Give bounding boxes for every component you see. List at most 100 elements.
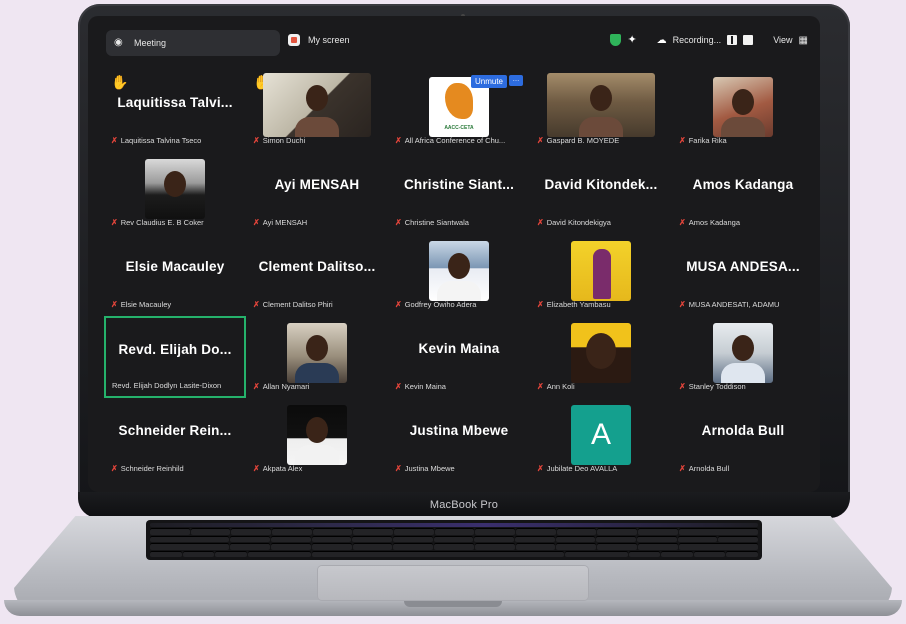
participant-tile[interactable]: Schneider Rein... ✗ Schneider Reinhild bbox=[104, 398, 246, 480]
mic-muted-icon: ✗ bbox=[537, 382, 544, 391]
avatar: A bbox=[571, 405, 631, 465]
participant-tile[interactable]: A ✗ Jubilate Deo AVALLA bbox=[530, 398, 672, 480]
participant-tile[interactable]: Christine Siant... ✗ Christine Siantwala bbox=[388, 152, 530, 234]
participant-tile[interactable]: Arnolda Bull ✗ Arnolda Bull bbox=[672, 398, 814, 480]
participant-video bbox=[287, 323, 347, 383]
pause-recording-button[interactable] bbox=[727, 35, 738, 45]
participant-tile[interactable]: ✗ Akpata Alex bbox=[246, 398, 388, 480]
keyboard bbox=[146, 520, 762, 560]
participant-label: MUSA ANDESATI, ADAMU bbox=[688, 300, 780, 309]
participant-label: Amos Kadanga bbox=[688, 218, 740, 227]
participant-label: Akpata Alex bbox=[262, 464, 303, 473]
participant-label: Gaspard B. MOYEDE bbox=[546, 136, 620, 145]
unmute-button[interactable]: Unmute bbox=[470, 75, 507, 88]
grid-view-icon[interactable]: ▦ bbox=[799, 35, 808, 46]
participant-label: Kevin Maina bbox=[404, 382, 446, 391]
mic-muted-icon: ✗ bbox=[679, 300, 686, 309]
participant-video bbox=[571, 323, 631, 383]
participant-video bbox=[287, 405, 347, 465]
participant-name: Kevin Maina bbox=[418, 341, 500, 356]
participant-label: Revd. Elijah Dodlyn Lasite-Dixon bbox=[112, 381, 222, 390]
participant-name: Arnolda Bull bbox=[701, 423, 785, 438]
participant-tile[interactable]: AACC-CETA Unmute … ✗ All Africa Conferenc… bbox=[388, 70, 530, 152]
mic-muted-icon: ✗ bbox=[395, 382, 402, 391]
my-screen-tab[interactable]: My screen bbox=[288, 34, 350, 46]
participant-label: Jubilate Deo AVALLA bbox=[546, 464, 618, 473]
stop-recording-button[interactable] bbox=[743, 35, 754, 45]
participant-label: Elizabeth Yambasu bbox=[546, 300, 611, 309]
mic-muted-icon: ✗ bbox=[537, 300, 544, 309]
participant-label: Rev Claudius E. B Coker bbox=[120, 218, 204, 227]
view-button[interactable]: View bbox=[773, 35, 792, 45]
zoom-top-bar: ◉ Meeting My screen ✦ ☁ Recording... Vie… bbox=[88, 16, 820, 56]
participant-tile[interactable]: ✗ Godfrey Owiho Adera bbox=[388, 234, 530, 316]
mic-muted-icon: ✗ bbox=[111, 464, 118, 473]
participant-label: David Kitondekigya bbox=[546, 218, 611, 227]
participant-tile[interactable]: ✗ Farika Rika bbox=[672, 70, 814, 152]
participant-name: Clement Dalitso... bbox=[258, 259, 376, 274]
logo-caption: AACC-CETA bbox=[444, 125, 474, 131]
participant-tile[interactable]: ✋ ✗ Simon Duchi bbox=[246, 70, 388, 152]
trackpad bbox=[318, 566, 588, 600]
participant-tile[interactable]: Kevin Maina ✗ Kevin Maina bbox=[388, 316, 530, 398]
participant-tile[interactable]: Justina Mbewe ✗ Justina Mbewe bbox=[388, 398, 530, 480]
mic-muted-icon: ✗ bbox=[395, 218, 402, 227]
participant-tile[interactable]: ✗ Allan Nyamari bbox=[246, 316, 388, 398]
device-model-label: MacBook Pro bbox=[429, 499, 499, 511]
meeting-tab-label: Meeting bbox=[134, 38, 167, 48]
mic-muted-icon: ✗ bbox=[679, 136, 686, 145]
participant-tile[interactable]: ✗ Stanley Toddison bbox=[672, 316, 814, 398]
share-screen-icon bbox=[288, 34, 300, 46]
participant-tile[interactable]: ✗ Rev Claudius E. B Coker bbox=[104, 152, 246, 234]
mic-muted-icon: ✗ bbox=[395, 300, 402, 309]
participant-tile[interactable]: ✗ Elizabeth Yambasu bbox=[530, 234, 672, 316]
participant-name: Amos Kadanga bbox=[692, 177, 794, 192]
participant-tile[interactable]: ✗ Gaspard B. MOYEDE bbox=[530, 70, 672, 152]
mic-muted-icon: ✗ bbox=[679, 464, 686, 473]
participant-video bbox=[713, 77, 773, 137]
participant-tile[interactable]: MUSA ANDESA... ✗ MUSA ANDESATI, ADAMU bbox=[672, 234, 814, 316]
participant-label: Justina Mbewe bbox=[404, 464, 455, 473]
mic-muted-icon: ✗ bbox=[679, 382, 686, 391]
participant-name: Revd. Elijah Do... bbox=[118, 342, 232, 357]
participant-tile[interactable]: Amos Kadanga ✗ Amos Kadanga bbox=[672, 152, 814, 234]
participant-name: MUSA ANDESA... bbox=[686, 259, 800, 274]
participant-label: Clement Dalitso Phiri bbox=[262, 300, 333, 309]
participant-video bbox=[571, 241, 631, 301]
participant-tile[interactable]: ✋ Laquitissa Talvi... ✗ Laquitissa Talvin… bbox=[104, 70, 246, 152]
security-shield-icon[interactable] bbox=[610, 34, 622, 46]
participant-tile[interactable]: Ayi MENSAH ✗ Ayi MENSAH bbox=[246, 152, 388, 234]
meeting-tab[interactable]: ◉ Meeting bbox=[106, 30, 280, 56]
laptop-chin: MacBook Pro bbox=[78, 492, 850, 518]
participant-name: Schneider Rein... bbox=[118, 423, 232, 438]
mic-muted-icon: ✗ bbox=[537, 218, 544, 227]
participant-label: Ann Koli bbox=[546, 382, 575, 391]
participant-label: Stanley Toddison bbox=[688, 382, 746, 391]
participant-name: Christine Siant... bbox=[403, 177, 515, 192]
mic-muted-icon: ✗ bbox=[253, 300, 260, 309]
mic-muted-icon: ✗ bbox=[111, 136, 118, 145]
participant-name: Justina Mbewe bbox=[409, 423, 509, 438]
participant-tile[interactable]: David Kitondek... ✗ David Kitondekigya bbox=[530, 152, 672, 234]
participant-tile[interactable]: Clement Dalitso... ✗ Clement Dalitso Phir… bbox=[246, 234, 388, 316]
active-speaker-tile[interactable]: Revd. Elijah Do... Revd. Elijah Dodlyn L… bbox=[104, 316, 246, 398]
cloud-record-icon: ☁ bbox=[656, 34, 667, 46]
participant-label: Schneider Reinhild bbox=[120, 464, 184, 473]
participant-tile[interactable]: ✗ Ann Koli bbox=[530, 316, 672, 398]
participant-label: All Africa Conference of Chu... bbox=[404, 136, 506, 145]
mic-muted-icon: ✗ bbox=[537, 464, 544, 473]
participant-tile[interactable]: Elsie Macauley ✗ Elsie Macauley bbox=[104, 234, 246, 316]
participant-name: Elsie Macauley bbox=[125, 259, 225, 274]
touch-bar bbox=[150, 523, 758, 527]
participant-name: David Kitondek... bbox=[544, 177, 658, 192]
paw-icon: ◉ bbox=[114, 37, 123, 48]
mic-muted-icon: ✗ bbox=[253, 218, 260, 227]
participant-label: Farika Rika bbox=[688, 136, 727, 145]
participant-video bbox=[547, 73, 655, 137]
ai-companion-icon[interactable]: ✦ bbox=[627, 34, 636, 46]
participant-video bbox=[429, 241, 489, 301]
participant-video bbox=[145, 159, 205, 219]
africa-map-icon bbox=[445, 83, 473, 119]
participant-label: Christine Siantwala bbox=[404, 218, 469, 227]
tile-more-button[interactable]: … bbox=[509, 75, 523, 86]
